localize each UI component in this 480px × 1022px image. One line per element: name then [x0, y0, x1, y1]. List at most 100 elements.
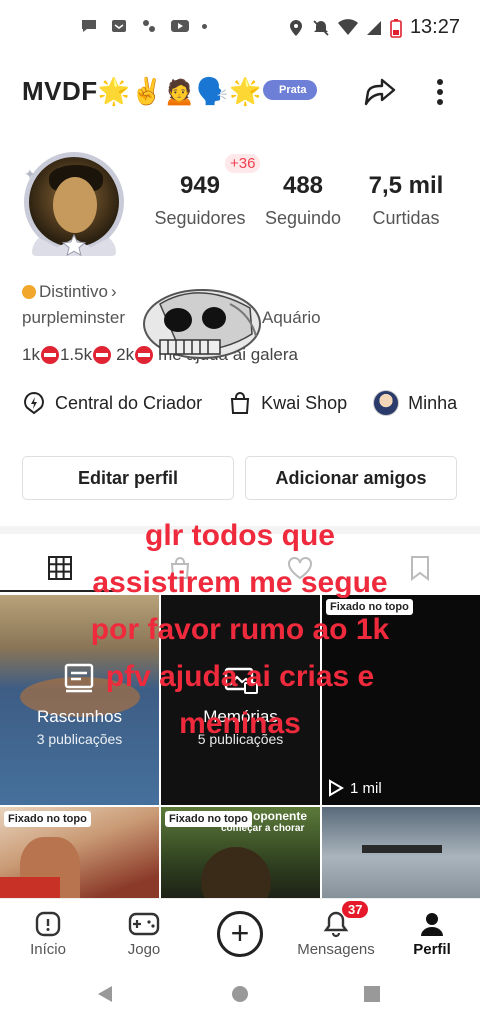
tab-saved[interactable]: [400, 550, 440, 586]
profile-avatar[interactable]: ✦: [18, 148, 130, 260]
zodiac-sign: Aquário: [262, 308, 321, 327]
create-post-button[interactable]: +: [217, 911, 263, 957]
gamepad-icon: [128, 912, 160, 936]
level-badge[interactable]: Prata: [263, 80, 317, 100]
frame-star-icon: [62, 234, 86, 257]
pinned-badge: Fixado no topo: [326, 599, 413, 615]
location-icon: [289, 19, 302, 36]
battery-icon: [390, 18, 402, 38]
bag-tab-icon: [170, 557, 190, 579]
app-notification-icon: [143, 20, 155, 32]
sparkle-icon: ✦: [24, 166, 36, 182]
bio-part-2: 1.5k: [59, 345, 93, 364]
my-link[interactable]: Minha: [373, 390, 457, 416]
chevron-right-icon: ›: [110, 282, 117, 301]
profile-info-line: purpleminster Aquário: [22, 308, 321, 328]
my-link-label: Minha: [408, 392, 458, 413]
bottom-navigation: Início Jogo + Mensagens 37 Perfil: [0, 898, 480, 968]
view-count: 1 mil: [328, 779, 382, 797]
following-count: 488: [282, 172, 324, 199]
video-tile-4[interactable]: [322, 807, 480, 907]
chat-notification-icon: [82, 20, 96, 32]
memories-tile[interactable]: Memórias 5 publicações: [161, 595, 320, 805]
creator-center-link[interactable]: Central do Criador: [22, 391, 202, 415]
no-entry-icon: [40, 346, 59, 364]
edit-profile-button[interactable]: Editar perfil: [22, 456, 234, 500]
notification-icons: [80, 17, 207, 35]
content-tabs: [0, 540, 480, 592]
drafts-subtitle: 3 publicações: [36, 731, 123, 747]
mute-icon: [313, 19, 329, 36]
signal-icon: [366, 20, 381, 35]
nav-home[interactable]: Início: [8, 909, 88, 958]
skull-sticker: [143, 289, 261, 359]
more-options-icon[interactable]: [425, 72, 455, 112]
distinctive-icon: [22, 285, 36, 299]
add-friends-button[interactable]: Adicionar amigos: [245, 456, 457, 500]
followers-label: Seguidores: [154, 208, 246, 228]
tab-likes[interactable]: [280, 550, 320, 586]
memories-title: Memórias: [203, 707, 278, 726]
section-divider: [0, 526, 480, 534]
profile-links-row: Central do Criador Kwai Shop Minha: [22, 390, 457, 416]
video-4-caption-bar: [362, 845, 442, 853]
system-navigation: [0, 968, 480, 1022]
nav-home-label: Início: [30, 941, 66, 958]
stat-followers[interactable]: 949 Seguidores: [146, 172, 254, 229]
view-count-label: 1 mil: [350, 779, 382, 797]
wifi-icon: [337, 18, 358, 35]
distinctive-link[interactable]: Distintivo ›: [22, 282, 117, 302]
distinctive-label: Distintivo: [39, 282, 108, 301]
kwai-shop-label: Kwai Shop: [261, 392, 348, 413]
nav-game[interactable]: Jogo: [104, 909, 184, 958]
mail-notification-icon: [112, 20, 126, 32]
status-bar: 13:27: [0, 0, 480, 56]
tab-posts[interactable]: [40, 550, 80, 586]
clock: 13:27: [409, 16, 460, 38]
grid-icon: [48, 556, 72, 580]
posts-grid: Rascunhos 3 publicações Memórias 5 publi…: [0, 595, 480, 907]
system-status: 13:27: [288, 16, 460, 39]
plus-icon: +: [230, 915, 250, 951]
video-tile-3[interactable]: Fixado no topo oponente começar a chorar: [161, 807, 320, 907]
username: MVDF🌟✌️🙍🗣️🌟: [22, 76, 263, 106]
creator-center-icon: [24, 391, 44, 415]
nav-profile-label: Perfil: [413, 941, 451, 958]
messages-badge: 37: [342, 901, 369, 918]
pinned-badge: Fixado no topo: [4, 811, 91, 827]
following-label: Seguindo: [264, 208, 342, 228]
nav-game-label: Jogo: [127, 941, 161, 958]
nav-profile[interactable]: Perfil: [392, 909, 472, 958]
followers-count: 949: [179, 172, 221, 199]
recents-icon[interactable]: [362, 984, 382, 1004]
bookmark-icon: [411, 556, 429, 581]
more-notifications-dot: [202, 23, 207, 29]
home-icon: [35, 911, 61, 937]
likes-count: 7,5 mil: [368, 172, 444, 199]
profile-header: MVDF🌟✌️🙍🗣️🌟 Prata: [0, 66, 480, 116]
memories-subtitle: 5 publicações: [197, 731, 284, 747]
video-caption-2: começar a chorar: [221, 823, 305, 834]
shop-bag-icon: [231, 392, 250, 414]
memories-icon: [224, 667, 258, 694]
back-icon[interactable]: [96, 984, 116, 1004]
avatar-icon: [373, 390, 400, 416]
badge-label: Prata: [279, 84, 307, 96]
video-tile-1[interactable]: Fixado no topo 1 mil: [322, 595, 480, 805]
profile-handle: purpleminster: [22, 308, 125, 327]
drafts-tile[interactable]: Rascunhos 3 publicações: [0, 595, 159, 805]
bio-part-1: 1k: [22, 345, 40, 364]
stat-likes[interactable]: 7,5 mil Curtidas: [358, 172, 454, 229]
heart-icon: [288, 557, 312, 580]
kwai-shop-link[interactable]: Kwai Shop: [228, 391, 347, 415]
likes-label: Curtidas: [372, 208, 440, 228]
video-tile-2[interactable]: Fixado no topo: [0, 807, 159, 907]
drafts-icon: [64, 663, 94, 693]
youtube-notification-icon: [171, 20, 189, 32]
no-entry-icon: [93, 346, 112, 364]
stat-following[interactable]: 488 Seguindo: [258, 172, 348, 229]
share-icon[interactable]: [360, 72, 400, 112]
tab-shop[interactable]: [160, 550, 200, 586]
home-button-icon[interactable]: [230, 984, 250, 1004]
new-followers-badge: +36: [225, 154, 261, 173]
